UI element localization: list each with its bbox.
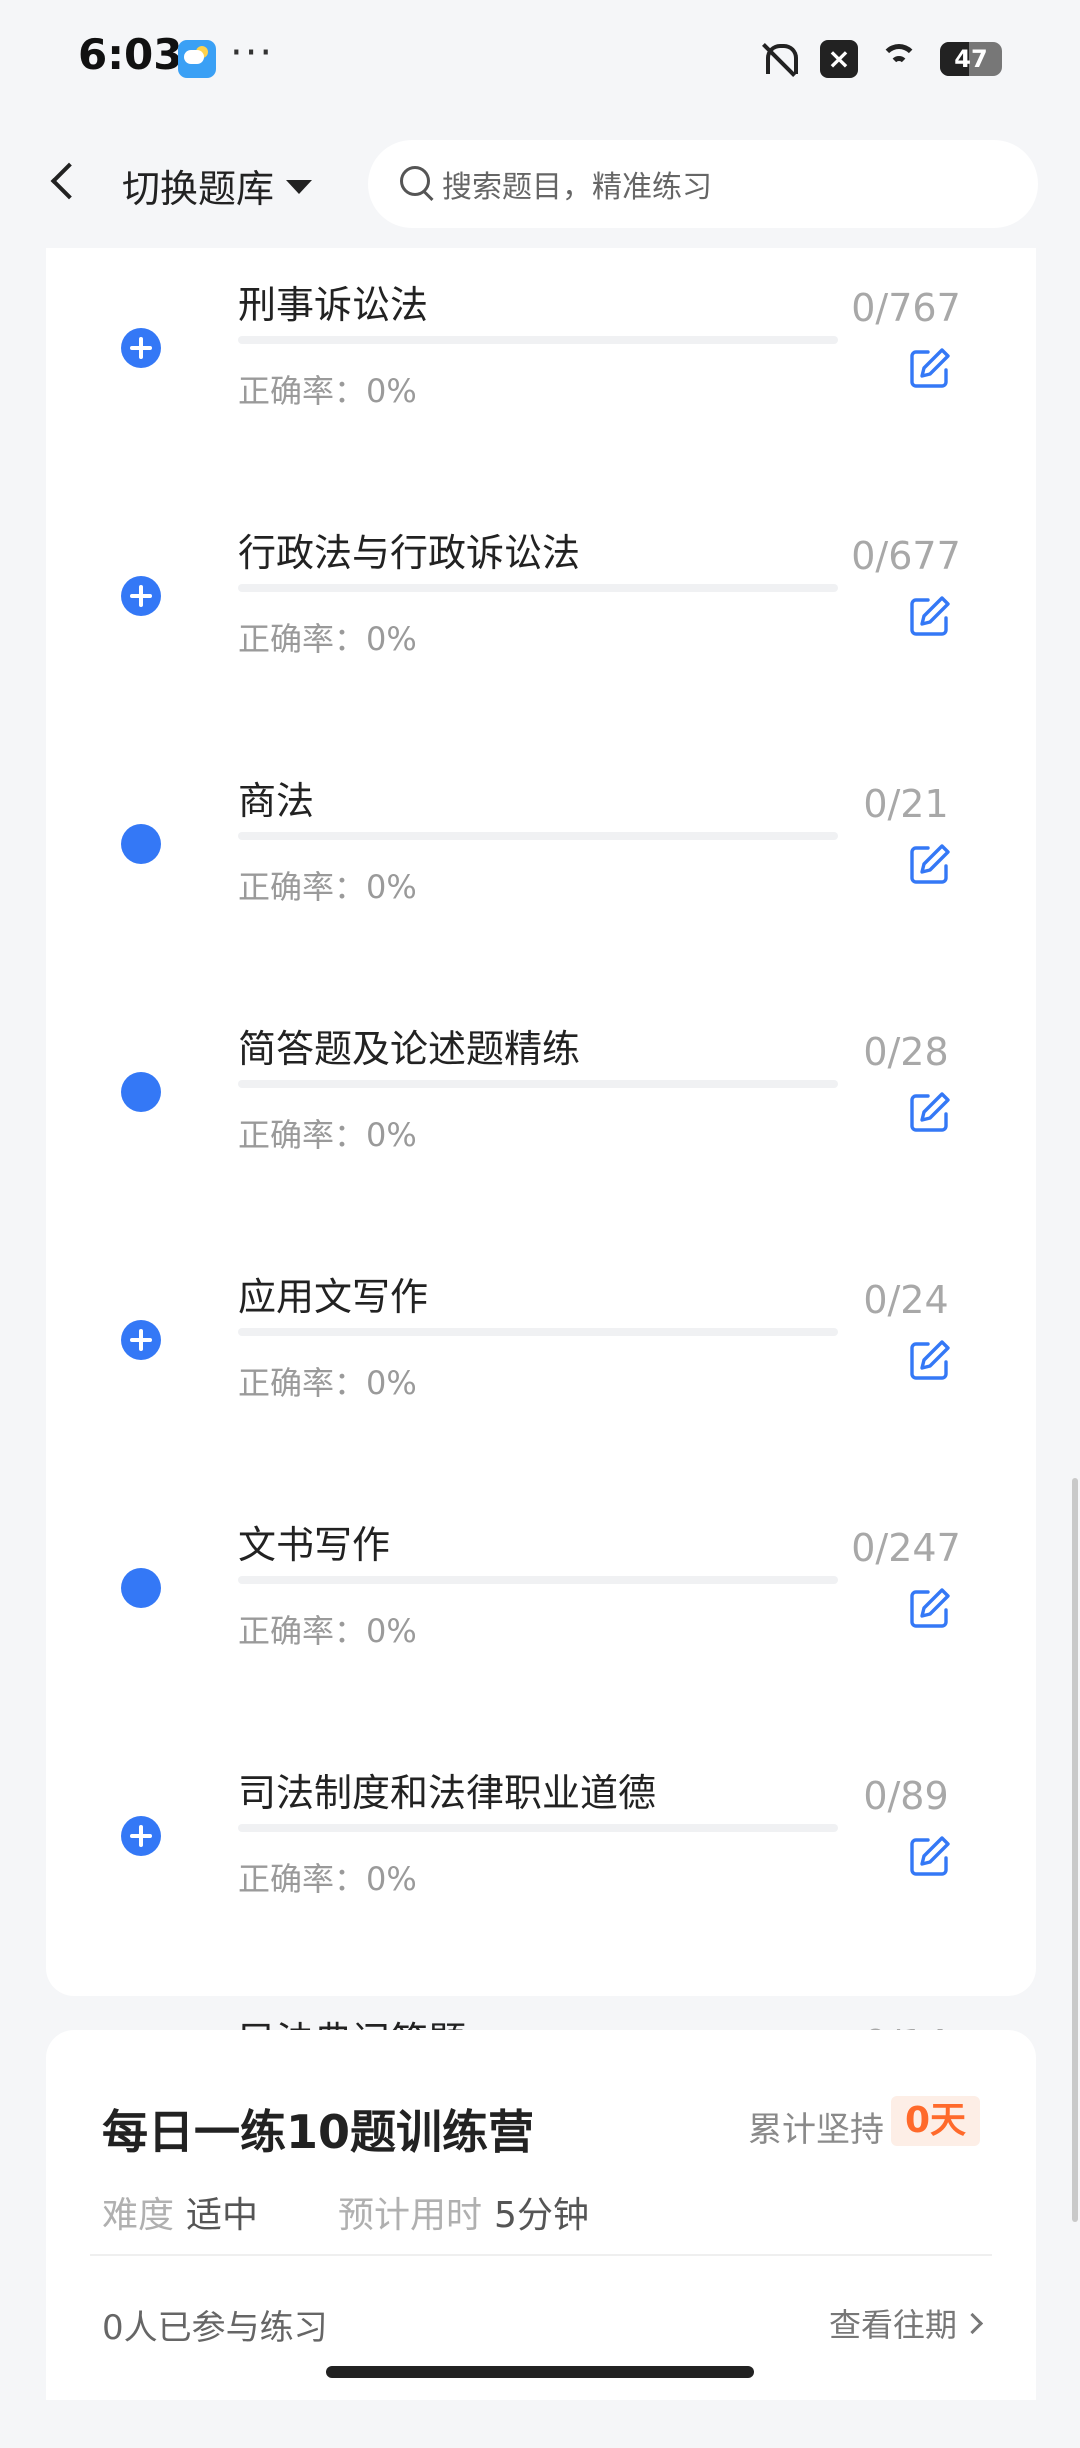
time-label: 预计用时 [338,2195,483,2236]
expand-toggle-icon[interactable] [121,1320,161,1360]
accuracy-text: 正确率：0% [238,1364,417,1402]
chapter-item[interactable]: 文书写作 正确率：0% 0/247 [46,1514,1036,1704]
training-meta: 难度 适中 预计用时 5分钟 [102,2186,589,2238]
training-title: 每日一练10题训练营 [102,2105,535,2159]
progress-bar [238,1576,838,1584]
participants-count: 0人已参与练习 [102,2308,328,2348]
accuracy-text: 正确率：0% [238,1612,417,1650]
status-icons: × 47 [760,38,1002,80]
chapter-item[interactable]: 简答题及论述题精练 正确率：0% 0/28 [46,1018,1036,1208]
expand-toggle-icon[interactable] [121,576,161,616]
progress-bar [238,832,838,840]
view-history-link[interactable]: 查看往期 [828,2300,984,2346]
chapter-list: 刑事诉讼法 正确率：0% 0/767 行政法与行政诉讼法 正确率：0% 0/67… [46,248,1036,2394]
streak-badge: 0天 [890,2096,980,2146]
expand-toggle-icon[interactable] [121,1816,161,1856]
chapter-title: 简答题及论述题精练 [238,1027,581,1071]
question-count: 0/767 [851,286,961,330]
search-placeholder: 搜索题目，精准练习 [442,170,712,205]
accuracy-text: 正确率：0% [238,1116,417,1154]
edit-icon[interactable] [908,594,952,638]
more-notifications-icon: ··· [230,30,275,76]
scrollbar[interactable] [1072,1478,1078,2222]
battery-level: 47 [954,45,988,73]
progress-bar [238,584,838,592]
chapter-title: 商法 [238,779,315,823]
chevron-right-icon [961,2312,984,2334]
question-count: 0/28 [863,1030,949,1074]
progress-bar [238,1328,838,1336]
question-count: 0/24 [863,1278,949,1322]
question-count: 0/247 [851,1526,961,1570]
chapter-item[interactable]: 刑事诉讼法 正确率：0% 0/767 [46,274,1036,464]
question-count: 0/21 [863,782,949,826]
time-value: 5分钟 [494,2195,589,2236]
progress-bar [238,1080,838,1088]
accuracy-text: 正确率：0% [238,1860,417,1898]
divider [90,2254,992,2256]
expand-toggle-icon[interactable] [121,1568,161,1608]
chapter-item[interactable]: 行政法与行政诉讼法 正确率：0% 0/677 [46,522,1036,712]
search-icon [398,164,438,204]
chapter-title: 刑事诉讼法 [238,283,429,327]
chapter-title: 行政法与行政诉讼法 [238,531,581,575]
top-nav: 切换题库 搜索题目，精准练习 [0,118,1080,248]
edit-icon[interactable] [908,346,952,390]
edit-icon[interactable] [908,1338,952,1382]
status-time: 6:03 [78,30,183,79]
question-count: 0/89 [863,1774,949,1818]
difficulty-value: 适中 [186,2195,259,2236]
home-indicator[interactable] [326,2366,754,2378]
chapter-item[interactable]: 应用文写作 正确率：0% 0/24 [46,1266,1036,1456]
caret-down-icon [286,180,313,194]
chapter-item[interactable]: 商法 正确率：0% 0/21 [46,770,1036,960]
bell-off-icon [760,40,798,78]
question-count: 0/677 [851,534,961,578]
weather-icon [178,40,216,78]
edit-icon[interactable] [908,1090,952,1134]
search-bar[interactable]: 搜索题目，精准练习 [368,140,1038,228]
chapter-title: 应用文写作 [238,1275,429,1319]
wifi-icon [880,40,918,78]
progress-bar [238,1824,838,1832]
progress-bar [238,336,838,344]
edit-icon[interactable] [908,1586,952,1630]
edit-icon[interactable] [908,842,952,886]
streak-label: 累计坚持 [748,2110,884,2150]
switch-bank-label: 切换题库 [122,166,275,211]
chapter-title: 文书写作 [238,1523,391,1567]
accuracy-text: 正确率：0% [238,372,417,410]
chapter-title: 司法制度和法律职业道德 [238,1771,657,1815]
expand-toggle-icon[interactable] [121,1072,161,1112]
switch-bank-dropdown[interactable]: 切换题库 [122,160,313,211]
training-camp-card[interactable]: 每日一练10题训练营 累计坚持 0天 难度 适中 预计用时 5分钟 0人已参与练… [46,2030,1036,2400]
accuracy-text: 正确率：0% [238,868,417,906]
edit-icon[interactable] [908,1834,952,1878]
battery-icon: 47 [940,42,1002,76]
back-button[interactable] [44,156,84,208]
accuracy-text: 正确率：0% [238,620,417,658]
chapter-item[interactable]: 司法制度和法律职业道德 正确率：0% 0/89 [46,1762,1036,1952]
expand-toggle-icon[interactable] [121,824,161,864]
view-history-label: 查看往期 [828,2306,957,2344]
x-box-icon: × [820,40,858,78]
difficulty-label: 难度 [102,2195,175,2236]
expand-toggle-icon[interactable] [121,328,161,368]
status-bar: 6:03 ··· × 47 [0,0,1080,118]
